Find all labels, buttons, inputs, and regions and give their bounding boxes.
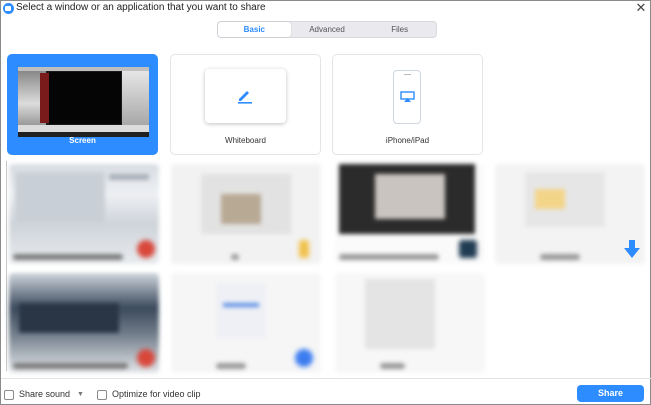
window-thumbnail[interactable] [335,164,485,264]
window-thumbnail[interactable] [9,164,159,264]
tab-basic[interactable]: Basic [218,22,291,37]
tab-files[interactable]: Files [363,22,436,37]
window-title: Select a window or an application that y… [16,2,266,13]
optimize-video-checkbox[interactable] [97,390,107,400]
airplay-icon [400,91,415,102]
share-dialog: Select a window or an application that y… [0,0,651,405]
screen-label: Screen [69,136,96,145]
tab-advanced[interactable]: Advanced [291,22,364,37]
share-screen-tile[interactable]: Screen [7,54,158,155]
whiteboard-label: Whiteboard [225,136,266,145]
window-thumbnail[interactable] [9,273,159,373]
screen-thumbnail [18,67,149,137]
share-sound-checkbox[interactable] [4,390,14,400]
share-button[interactable]: Share [577,385,644,402]
window-thumbnail[interactable] [335,273,485,373]
title-bar: Select a window or an application that y… [1,1,651,17]
iphone-label: iPhone/iPad [385,136,430,145]
chevron-down-icon[interactable]: ▼ [77,391,84,398]
share-iphone-tile[interactable]: iPhone/iPad [332,54,483,155]
selection-indicator [6,161,7,371]
share-whiteboard-tile[interactable]: Whiteboard [170,54,321,155]
window-thumbnail[interactable] [171,273,321,373]
close-icon[interactable]: ✕ [635,1,647,15]
phone-icon [393,70,421,124]
optimize-video-label: Optimize for video clip [112,389,201,399]
download-arrow-icon [624,240,640,258]
whiteboard-card [205,69,286,123]
zoom-app-icon [3,3,14,14]
share-sound-label: Share sound [19,389,71,399]
window-thumbnail[interactable] [171,164,321,264]
pen-icon [238,91,252,104]
share-tabs: Basic Advanced Files [217,21,437,38]
dialog-footer: Share sound ▼ Optimize for video clip [1,378,651,405]
